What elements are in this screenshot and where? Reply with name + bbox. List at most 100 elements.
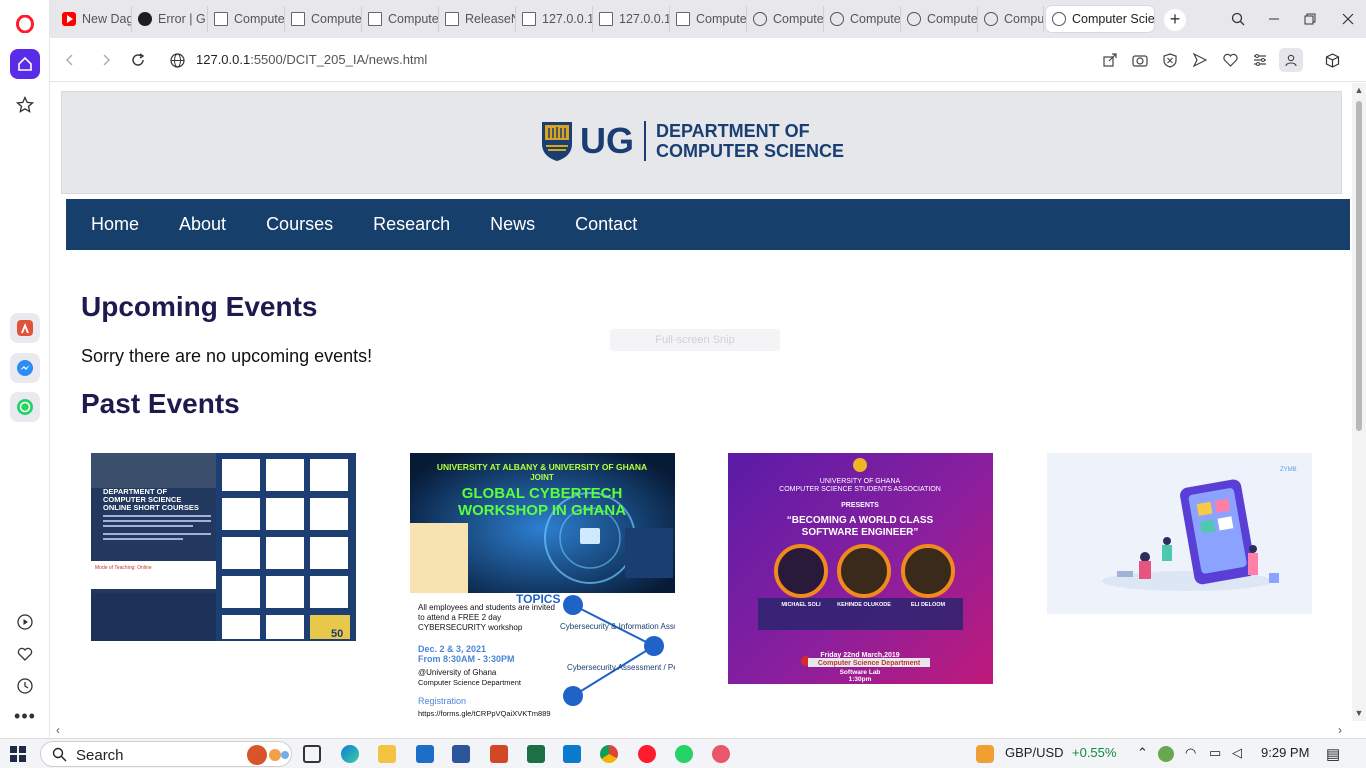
tray-app-icon[interactable] xyxy=(1158,746,1174,762)
site-info-globe-icon[interactable] xyxy=(167,50,187,70)
close-icon[interactable] xyxy=(1330,0,1366,38)
scrollbar-thumb[interactable] xyxy=(1356,101,1362,431)
tray-chevron-up-icon[interactable]: ⌃ xyxy=(1137,745,1148,761)
store-icon[interactable] xyxy=(416,745,434,763)
opera-logo-icon[interactable] xyxy=(10,9,40,39)
wifi-icon[interactable]: ◠ xyxy=(1185,745,1196,761)
more-icon[interactable]: ••• xyxy=(10,701,40,731)
site-header: UG DEPARTMENT OF COMPUTER SCIENCE xyxy=(61,91,1342,194)
nav-contact[interactable]: Contact xyxy=(575,214,637,235)
poster2-venue2: Computer Science Department xyxy=(418,678,522,687)
event-poster-illustration[interactable]: ZYMB xyxy=(1047,453,1312,614)
tab[interactable]: Compute xyxy=(747,6,824,32)
powerpoint-icon[interactable] xyxy=(490,745,508,763)
horizontal-scrollbar[interactable]: ‹ › xyxy=(50,721,1352,738)
tab[interactable]: ReleaseN xyxy=(439,6,516,32)
restore-icon[interactable] xyxy=(1292,0,1328,38)
tab[interactable]: Compute xyxy=(285,6,362,32)
tab[interactable]: Compute xyxy=(824,6,901,32)
profile-icon[interactable] xyxy=(1279,48,1303,72)
history-icon[interactable] xyxy=(10,671,40,701)
tab[interactable]: Compute xyxy=(978,6,1044,32)
volume-icon[interactable]: ◁ xyxy=(1232,745,1242,761)
scroll-up-arrow-icon[interactable]: ▲ xyxy=(1354,85,1364,95)
reload-icon[interactable] xyxy=(128,50,148,70)
tab[interactable]: Compute xyxy=(901,6,978,32)
poster3-org2: COMPUTER SCIENCE STUDENTS ASSOCIATION xyxy=(779,486,941,493)
extensions-cube-icon[interactable] xyxy=(1322,50,1342,70)
tab[interactable]: Error | G xyxy=(132,6,208,32)
tab[interactable]: 127.0.0.1 xyxy=(593,6,670,32)
vertical-scrollbar[interactable]: ▲ ▼ xyxy=(1352,83,1366,721)
aria-ai-icon[interactable] xyxy=(10,313,40,343)
snipping-tool-icon[interactable] xyxy=(712,745,730,763)
search-tabs-icon[interactable] xyxy=(1220,0,1256,38)
scroll-down-arrow-icon[interactable]: ▼ xyxy=(1354,708,1364,718)
excel-icon[interactable] xyxy=(527,745,545,763)
minimize-icon[interactable] xyxy=(1256,0,1292,38)
event-poster-short-courses[interactable]: DEPARTMENT OF COMPUTER SCIENCE ONLINE SH… xyxy=(91,453,356,641)
whatsapp-taskbar-icon[interactable] xyxy=(675,745,693,763)
poster2-line1: UNIVERSITY AT ALBANY & UNIVERSITY OF GHA… xyxy=(437,462,647,472)
nav-about[interactable]: About xyxy=(179,214,226,235)
event-poster-software-engineer[interactable]: UNIVERSITY OF GHANA COMPUTER SCIENCE STU… xyxy=(728,453,993,684)
event-poster-cybertech-workshop[interactable]: UNIVERSITY AT ALBANY & UNIVERSITY OF GHA… xyxy=(410,453,675,721)
taskbar-search[interactable]: Search xyxy=(40,741,292,767)
tab-label: Error | G xyxy=(158,12,206,26)
poster2-line4: WORKSHOP IN GHANA xyxy=(458,502,626,519)
back-icon[interactable] xyxy=(60,50,80,70)
document-icon xyxy=(445,12,459,26)
heart-icon[interactable] xyxy=(10,639,40,669)
tab[interactable]: 127.0.0.1 xyxy=(516,6,593,32)
document-icon xyxy=(291,12,305,26)
opera-taskbar-icon[interactable] xyxy=(638,745,656,763)
messenger-icon[interactable] xyxy=(10,353,40,383)
tab-label: 127.0.0.1 xyxy=(542,12,593,26)
globe-icon xyxy=(753,12,767,26)
nav-news[interactable]: News xyxy=(490,214,535,235)
youtube-icon xyxy=(62,12,76,26)
upcoming-events-heading: Upcoming Events xyxy=(81,291,318,322)
tab[interactable]: Compute xyxy=(208,6,285,32)
whatsapp-icon[interactable] xyxy=(10,392,40,422)
search-highlight-planets-icon xyxy=(247,745,289,765)
camera-icon[interactable] xyxy=(1130,50,1150,70)
forward-icon[interactable] xyxy=(96,50,116,70)
nav-research[interactable]: Research xyxy=(373,214,450,235)
task-view-icon[interactable] xyxy=(303,745,321,763)
clock-time[interactable]: 9:29 PM xyxy=(1261,745,1309,760)
document-icon xyxy=(214,12,228,26)
ticker-pair[interactable]: GBP/USD xyxy=(1005,745,1064,760)
tab[interactable]: New Dag xyxy=(56,6,132,32)
department-logo[interactable]: UG DEPARTMENT OF COMPUTER SCIENCE xyxy=(540,117,844,165)
battery-icon[interactable]: ▭ xyxy=(1209,745,1221,761)
tab[interactable]: Compute xyxy=(362,6,439,32)
notifications-icon[interactable]: ▤ xyxy=(1326,745,1340,763)
file-explorer-icon[interactable] xyxy=(378,745,396,763)
favorite-heart-icon[interactable] xyxy=(1220,50,1240,70)
tab[interactable]: Compute xyxy=(670,6,747,32)
easy-setup-icon[interactable] xyxy=(1250,50,1270,70)
word-icon[interactable] xyxy=(452,745,470,763)
star-icon[interactable] xyxy=(10,90,40,120)
home-icon[interactable] xyxy=(10,49,40,79)
nav-home[interactable]: Home xyxy=(91,214,139,235)
vscode-icon[interactable] xyxy=(563,745,581,763)
new-tab-button[interactable]: + xyxy=(1164,9,1186,31)
player-icon[interactable] xyxy=(10,607,40,637)
chrome-icon[interactable] xyxy=(600,745,618,763)
share-icon[interactable] xyxy=(1100,50,1120,70)
poster3-room: Software Lab xyxy=(840,669,881,676)
poster1-mode: Mode of Teaching: Online xyxy=(95,565,152,571)
windows-start-icon[interactable] xyxy=(10,746,26,762)
adblock-shield-icon[interactable] xyxy=(1160,50,1180,70)
scroll-left-arrow-icon[interactable]: ‹ xyxy=(56,723,60,737)
tab-active[interactable]: Computer Scien xyxy=(1046,6,1154,32)
send-icon[interactable] xyxy=(1190,50,1210,70)
scroll-right-arrow-icon[interactable]: › xyxy=(1338,723,1342,737)
edge-browser-icon[interactable] xyxy=(341,745,359,763)
no-events-message: Sorry there are no upcoming events! xyxy=(81,346,373,366)
url-field[interactable]: 127.0.0.1:5500/DCIT_205_IA/news.html xyxy=(196,52,427,67)
poster2-link: https://forms.gle/tCRPpVQaiXVKTm889 xyxy=(418,709,551,718)
nav-courses[interactable]: Courses xyxy=(266,214,333,235)
